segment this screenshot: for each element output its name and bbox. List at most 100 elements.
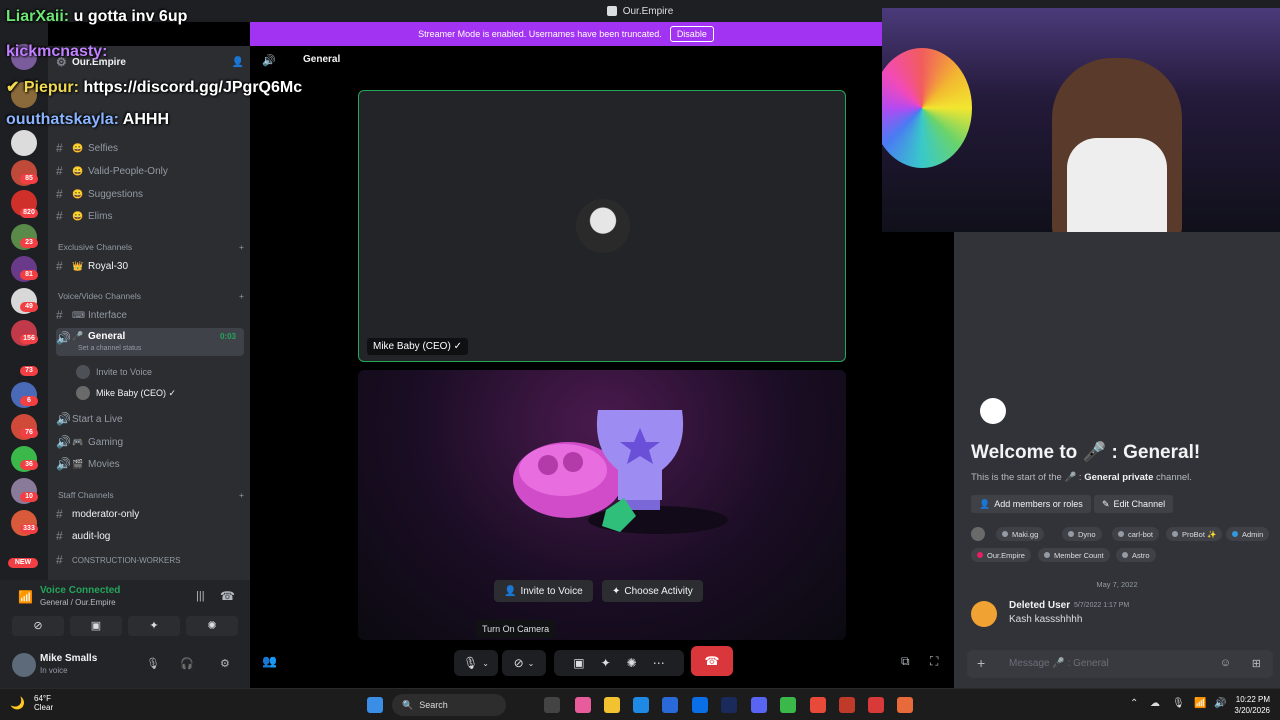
dropbox-icon[interactable] [692, 697, 708, 713]
camera-toggle[interactable]: ⊘ ⌄ [502, 650, 546, 676]
add-channel-icon[interactable]: + [239, 490, 244, 500]
category-voice-video[interactable]: Voice/Video Channels + [58, 291, 244, 301]
noise-suppression-icon[interactable]: ||| [196, 590, 205, 602]
app-icon[interactable] [780, 697, 796, 713]
file-explorer-icon[interactable] [604, 697, 620, 713]
add-friend-icon[interactable]: 👤 [232, 57, 244, 68]
channel-selfies[interactable]: # 😀 Selfies [56, 138, 244, 158]
terminal-icon[interactable] [721, 697, 737, 713]
streamer-mode-banner: Streamer Mode is enabled. Usernames have… [250, 22, 882, 46]
gear-icon[interactable]: ⚙ [220, 657, 230, 670]
disable-streamer-mode-button[interactable]: Disable [669, 26, 714, 42]
wifi-icon[interactable]: 📶 [1194, 698, 1206, 709]
soundboard-icon[interactable]: ✺ [627, 656, 637, 670]
voice-member-item[interactable]: Mike Baby (CEO) ✓ [76, 386, 176, 400]
invite-to-voice-button[interactable]: 👤 Invite to Voice [494, 580, 593, 602]
edge-icon[interactable] [633, 697, 649, 713]
avatar[interactable] [971, 601, 997, 627]
chevron-down-icon[interactable]: ⌄ [528, 659, 535, 668]
chevron-down-icon[interactable]: ⌄ [482, 659, 489, 668]
mention-badge: 76 [20, 428, 38, 438]
channel-elims[interactable]: # 😀 Elims [56, 206, 244, 226]
channel-start-a-live[interactable]: 🔊 Start a Live [56, 409, 244, 429]
avatar[interactable] [12, 653, 36, 677]
add-channel-icon[interactable]: + [239, 242, 244, 252]
headphones-icon[interactable]: 🎧 [180, 657, 194, 670]
soundboard-icon[interactable]: ✺ [186, 616, 238, 636]
volume-icon[interactable]: 🔊 [1214, 698, 1226, 709]
network-icon[interactable]: ☁ [1150, 698, 1160, 709]
microphone-icon[interactable]: 🎙 [1172, 698, 1185, 709]
role-chip[interactable]: Member Count [1038, 548, 1110, 562]
fullscreen-icon[interactable]: ⛶ [930, 654, 938, 669]
start-suffix: channel. [1153, 472, 1192, 483]
channel-general-voice[interactable]: 🔊 🎤 General 0:03 Set a channel status [56, 328, 244, 356]
role-chip[interactable]: carl-bot [1112, 527, 1160, 541]
taskbar-search[interactable]: 🔍 Search [392, 694, 506, 716]
message-author[interactable]: Deleted User [1009, 600, 1070, 611]
add-channel-icon[interactable]: + [239, 291, 244, 301]
mention-badge: 156 [20, 334, 38, 344]
category-staff[interactable]: Staff Channels + [58, 490, 244, 500]
app-icon[interactable] [868, 697, 884, 713]
gamepad-icon: 🎮 [72, 436, 84, 447]
channel-movies[interactable]: 🔊 🎬 Movies [56, 454, 244, 474]
copilot-icon[interactable] [575, 697, 591, 713]
mute-toggle[interactable]: 🎙 ⌄ [454, 650, 498, 676]
message-input[interactable]: + Message 🎤 : General ☺ ⊞ [967, 650, 1273, 678]
category-exclusive[interactable]: Exclusive Channels + [58, 242, 244, 252]
choose-activity-button[interactable]: ✦ Choose Activity [602, 580, 703, 602]
screen-share-icon[interactable]: ▣ [573, 656, 584, 670]
windows-start-icon[interactable] [367, 697, 383, 713]
add-members-button[interactable]: 👤 Add members or roles [971, 495, 1091, 513]
edit-channel-button[interactable]: ✎ Edit Channel [1094, 495, 1174, 513]
add-people-icon[interactable]: 👥 [262, 654, 277, 668]
disconnect-icon[interactable]: ☎ [220, 589, 235, 603]
popout-icon[interactable]: ⧉ [901, 654, 910, 669]
channel-moderator-only[interactable]: # moderator-only [56, 504, 244, 524]
role-chip[interactable]: Astro [1116, 548, 1156, 562]
channel-construction-workers[interactable]: # CONSTRUCTION-WORKERS [56, 550, 244, 570]
participant-tile[interactable]: Mike Baby (CEO) ✓ [358, 90, 846, 362]
chrome-icon[interactable] [810, 697, 826, 713]
emoji-icon[interactable]: ☺ [1220, 657, 1231, 669]
stage-tools-group: ▣ ✦ ✺ ⋯ [554, 650, 684, 676]
user-name[interactable]: Mike Smalls [40, 653, 97, 664]
overlay-text: u gotta inv 6up [73, 8, 188, 25]
channel-audit-log[interactable]: # audit-log [56, 526, 244, 546]
chrome-icon[interactable] [897, 697, 913, 713]
channel-interface[interactable]: # ⌨ Interface [56, 305, 244, 325]
microphone-icon[interactable]: 🎙 [146, 657, 160, 670]
role-chip[interactable]: Our.Empire [971, 548, 1031, 562]
store-icon[interactable] [662, 697, 678, 713]
chevron-up-icon[interactable]: ⌃ [1130, 698, 1138, 709]
channel-valid-people-only[interactable]: # 😀 Valid-People-Only [56, 161, 244, 181]
activities-icon[interactable]: ✦ [128, 616, 180, 636]
voice-status[interactable]: Voice Connected [40, 585, 120, 596]
role-chip[interactable]: Admin [1226, 527, 1270, 541]
activities-icon[interactable]: ✦ [601, 656, 611, 670]
camera-off-icon[interactable]: ⊘ [12, 616, 64, 636]
more-options-icon[interactable]: ⋯ [653, 656, 665, 670]
channel-suggestions[interactable]: # 😀 Suggestions [56, 184, 244, 204]
disconnect-button[interactable]: ☎ [691, 646, 733, 676]
moon-icon[interactable]: 🌙 [10, 696, 25, 710]
invite-to-voice-item[interactable]: Invite to Voice [76, 365, 152, 379]
plus-icon[interactable]: + [977, 655, 985, 671]
role-chip[interactable]: ProBot ✨ [1166, 527, 1223, 541]
weather-widget[interactable]: 64°F Clear [34, 694, 53, 712]
apps-icon[interactable]: ⊞ [1252, 657, 1261, 670]
role-chip[interactable]: Maki.gg [996, 527, 1045, 541]
server-icon[interactable] [11, 130, 37, 156]
signal-icon[interactable]: 📶 [18, 590, 33, 604]
taskbar-clock[interactable]: 10:22 PM 3/20/2026 [1234, 694, 1270, 716]
channel-status-hint[interactable]: Set a channel status [78, 345, 141, 352]
role-chip[interactable]: Dyno [1062, 527, 1102, 541]
task-view-icon[interactable] [544, 697, 560, 713]
channel-label: moderator-only [72, 508, 140, 520]
app-icon[interactable] [839, 697, 855, 713]
channel-royal-30[interactable]: # 👑 Royal-30 [56, 256, 244, 276]
screen-share-icon[interactable]: ▣ [70, 616, 122, 636]
discord-icon[interactable] [751, 697, 767, 713]
channel-gaming[interactable]: 🔊 🎮 Gaming [56, 432, 244, 452]
